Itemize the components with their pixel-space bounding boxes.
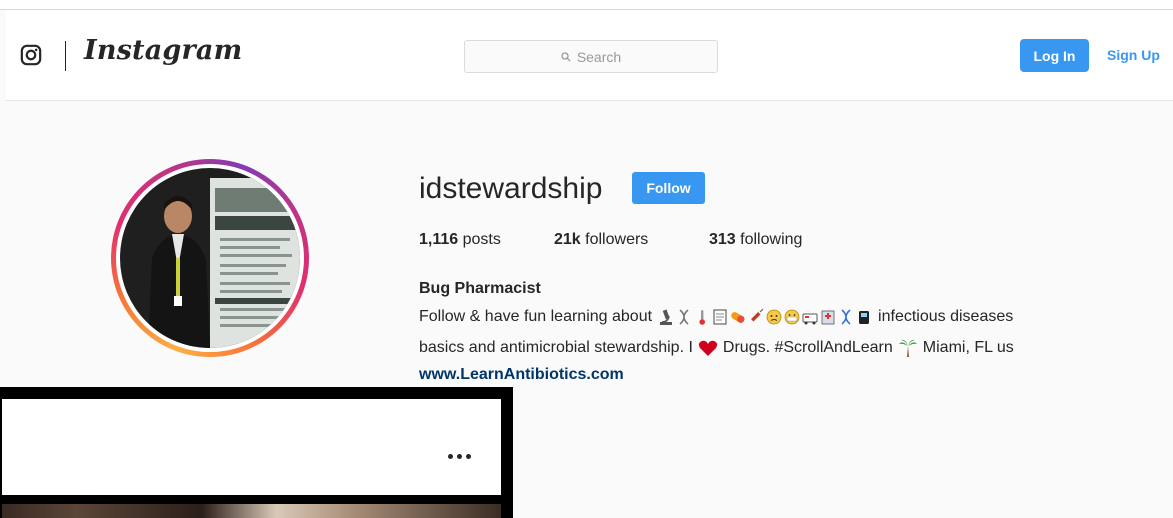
sign-up-link[interactable]: Sign Up [1107,47,1160,63]
bio-website-link[interactable]: www.LearnAntibiotics.com [419,366,624,384]
instagram-wordmark[interactable]: Instagram [84,35,242,66]
bio-line1-suffix: infectious diseases [878,308,1014,325]
posts-stat: 1,116 posts [419,231,554,249]
bio-emoji-row [658,308,872,326]
search-input[interactable]: Search [464,40,718,73]
pager-icon [859,311,870,324]
top-navbar: Instagram Search Log In Sign Up [6,10,1173,101]
post-overlay-card [0,387,513,518]
profile-username: idstewardship [419,172,603,205]
followers-label: followers [585,231,649,248]
more-horizontal-icon[interactable] [448,454,471,459]
follow-button[interactable]: Follow [632,172,705,204]
profile-avatar-ring[interactable] [111,159,309,357]
bio-line2-suffix: Miami, FL us [922,339,1014,356]
log-in-button[interactable]: Log In [1020,39,1089,72]
palm-tree-icon [898,339,917,357]
heart-icon [698,340,718,356]
logo-divider [65,41,66,71]
hospital-icon [821,310,835,325]
bio-name: Bug Pharmacist [419,280,541,297]
search-placeholder: Search [576,48,622,65]
post-header [2,399,501,495]
sick-face-icon [766,309,782,325]
page-icon [713,309,727,325]
instagram-camera-icon[interactable] [20,44,42,66]
search-icon [561,51,571,61]
microscope-icon [660,309,673,325]
profile-stats: 1,116 posts 21k followers 313 following [419,231,802,249]
bio-line1-prefix: Follow & have fun learning about [419,308,653,325]
posts-label: posts [462,231,501,248]
bio-line-2: basics and antimicrobial stewardship. I … [419,338,1014,358]
mask-face-icon [784,309,800,325]
browser-top-edge [0,0,1173,10]
followers-stat[interactable]: 21k followers [554,231,709,249]
following-stat[interactable]: 313 following [709,231,802,249]
dna-icon [679,309,689,325]
thermometer-icon [699,310,706,325]
bio-line-1: Follow & have fun learning about infecti… [419,308,1013,326]
pill-icon [731,312,745,323]
syringe-icon [751,308,764,322]
post-photo[interactable] [2,504,501,518]
followers-count: 21k [554,231,581,248]
bio-line2-prefix: basics and antimicrobial stewardship. I [419,339,693,356]
ambulance-icon [802,313,818,325]
bio-line2-middle: Drugs. #ScrollAndLearn [722,339,893,356]
following-label: following [740,231,803,248]
avatar [120,168,300,348]
posts-count: 1,116 [419,231,459,248]
following-count: 313 [709,231,736,248]
dna-icon [841,309,851,325]
